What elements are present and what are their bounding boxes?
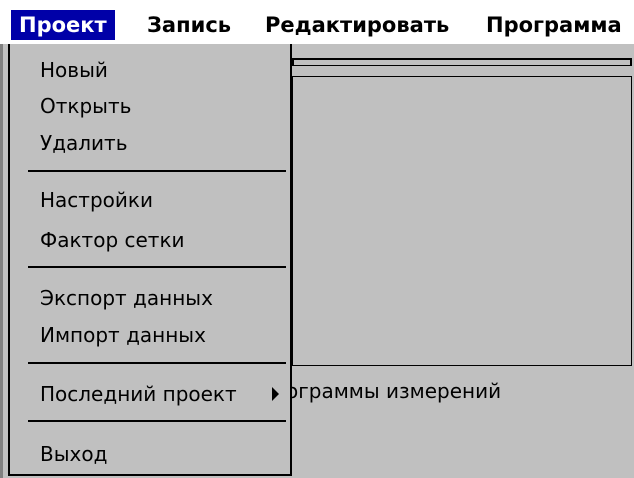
menu-item-grid-factor[interactable]: Фактор сетки — [40, 226, 185, 254]
menu-item-delete[interactable]: Удалить — [40, 129, 128, 157]
menu-project[interactable]: Проект — [11, 10, 115, 40]
menu-item-new[interactable]: Новый — [40, 56, 108, 84]
menu-program[interactable]: Программа — [478, 10, 630, 40]
menu-separator — [28, 420, 286, 422]
menu-edit[interactable]: Редактировать — [257, 10, 457, 40]
menu-item-exit[interactable]: Выход — [40, 440, 107, 468]
menu-item-settings[interactable]: Настройки — [40, 186, 153, 214]
window-toolbar-strip — [292, 58, 632, 66]
window-left-edge — [0, 44, 3, 478]
menu-item-recent-project[interactable]: Последний проект — [40, 380, 237, 408]
menu-bar: Проект Запись Редактировать Программа — [0, 0, 634, 44]
menu-separator — [28, 266, 286, 268]
menu-separator — [28, 170, 286, 172]
menu-item-open[interactable]: Открыть — [40, 92, 131, 120]
menu-item-import-data[interactable]: Импорт данных — [40, 321, 206, 349]
program-measurements-label: ограммы измерений — [286, 379, 502, 403]
menu-item-export-data[interactable]: Экспорт данных — [40, 284, 213, 312]
submenu-arrow-icon — [272, 387, 279, 401]
menu-separator — [28, 362, 286, 364]
window-content-panel — [292, 76, 632, 366]
project-menu-dropdown: Новый Открыть Удалить Настройки Фактор с… — [8, 44, 292, 476]
menu-record[interactable]: Запись — [139, 10, 239, 40]
